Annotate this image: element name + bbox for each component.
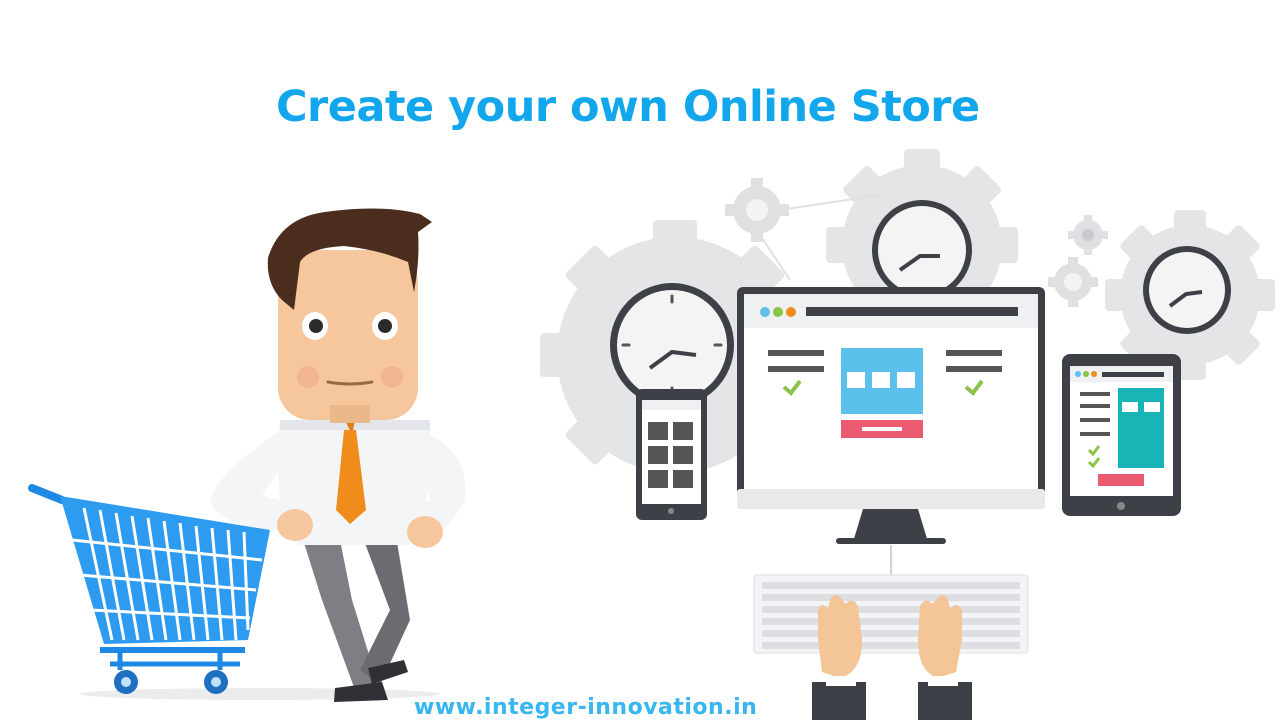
keyboard-icon	[753, 574, 1029, 654]
footer-website-link[interactable]: www.integer-innovation.in	[414, 695, 757, 720]
tablet-icon	[1062, 354, 1181, 516]
clock-icon	[1143, 246, 1231, 334]
desktop-monitor-icon	[737, 287, 1045, 544]
page-title: Create your own Online Store	[276, 82, 980, 132]
clock-icon	[872, 200, 972, 300]
smartphone-icon	[636, 389, 707, 520]
clock-icon	[610, 283, 734, 407]
